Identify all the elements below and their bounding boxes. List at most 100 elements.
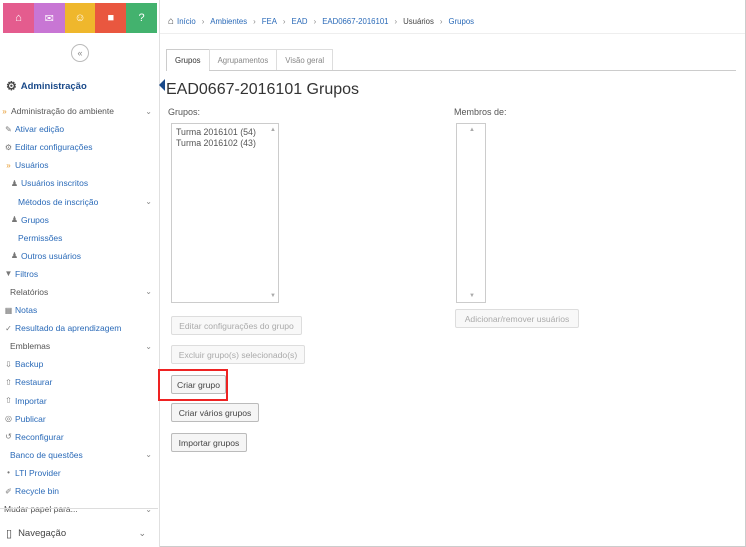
navigation-block[interactable]: ▯ Navegação ⌄	[0, 522, 158, 544]
add-remove-users-button[interactable]: Adicionar/remover usuários	[455, 309, 579, 328]
nav-icon: ⇧	[5, 377, 12, 387]
sidebar-item[interactable]: ✓ Resultado da aprendizagem	[0, 319, 158, 337]
sidebar-item-label: Permissões	[18, 232, 63, 243]
expand-arrow-icon: »	[2, 106, 7, 116]
navigation-label: Navegação	[18, 527, 67, 539]
sidebar-item[interactable]: ♟ Outros usuários	[0, 247, 158, 265]
sidebar-item-label: Ativar edição	[15, 124, 65, 135]
home-icon: ⌂	[15, 12, 22, 24]
sidebar-item[interactable]: Relatórios ⌄	[0, 283, 158, 301]
chevron-down-icon: ⌄	[145, 341, 152, 351]
administration-header[interactable]: ⚙ Administração	[0, 74, 165, 98]
breadcrumb-separator: ›	[439, 17, 443, 26]
breadcrumb-link[interactable]: EAD0667-2016101	[322, 17, 388, 26]
sidebar-item-label: Mudar papel para...	[4, 504, 78, 515]
gears-icon: ⚙	[6, 79, 17, 93]
people-icon: ☺	[74, 12, 86, 24]
sidebar-item[interactable]: ✎ Ativar edição	[0, 120, 158, 138]
create-multiple-groups-button[interactable]: Criar vários grupos	[171, 403, 259, 422]
sidebar-item[interactable]: ⚙ Editar configurações	[0, 138, 158, 156]
breadcrumb-separator: ›	[201, 17, 205, 26]
nav-icon: ✓	[5, 323, 12, 333]
chevron-down-icon: ⌄	[138, 527, 146, 538]
sidebar-item[interactable]: ▦ Notas	[0, 301, 158, 319]
sidebar-item[interactable]: Mudar papel para... ⌄	[0, 500, 158, 518]
sidebar-item-label: Backup	[15, 359, 44, 370]
sidebar-item[interactable]: ♟ Usuários inscritos	[0, 174, 158, 192]
sidebar-item-label: Usuários inscritos	[21, 178, 89, 189]
mail-button[interactable]: ✉	[33, 3, 65, 33]
collapse-row: «	[0, 36, 160, 70]
breadcrumb-separator: ›	[394, 17, 398, 26]
sidebar-item-label: Administração do ambiente	[11, 106, 115, 117]
chevron-down-icon: ⌄	[145, 287, 152, 297]
breadcrumb-link[interactable]: Ambientes	[210, 17, 247, 26]
sidebar-item[interactable]: Permissões	[0, 229, 158, 247]
scroll-down-icon[interactable]: ▼	[270, 293, 276, 299]
nav-icon: ↺	[5, 432, 12, 442]
sidebar-item[interactable]: Banco de questões ⌄	[0, 446, 158, 464]
admin-nav-list: » Administração do ambiente ⌄ ✎ Ativar ediçã…	[0, 102, 158, 518]
sidebar-topbar: ⌂ ✉ ☺ ■?	[3, 3, 157, 33]
groups-listbox[interactable]: Turma 2016101 (54) Turma 2016102 (43) ▲ …	[171, 123, 279, 303]
sidebar-item[interactable]: Emblemas ⌄	[0, 337, 158, 355]
nav-icon: •	[7, 468, 10, 478]
sidebar-item[interactable]: ◎ Publicar	[0, 410, 158, 428]
delete-selected-groups-button[interactable]: Excluir grupo(s) selecionado(s)	[171, 345, 305, 364]
sidebar-item[interactable]: ⇧ Importar	[0, 392, 158, 410]
tab-grupos[interactable]: Grupos	[166, 49, 210, 71]
sidebar-item[interactable]: ⇩ Backup	[0, 355, 158, 373]
members-label: Membros de:	[454, 107, 507, 117]
nav-icon: ⇩	[5, 359, 12, 369]
breadcrumb-separator: ›	[282, 17, 286, 26]
sidebar: ⌂ ✉ ☺ ■? « ⚙ Administração » Administração d…	[0, 0, 165, 547]
breadcrumb-link[interactable]: Início	[177, 17, 196, 26]
sidebar-item[interactable]: Métodos de inscrição ⌄	[0, 192, 158, 210]
sidebar-item[interactable]: ▼ Filtros	[0, 265, 158, 283]
group-option[interactable]: Turma 2016101 (54)	[172, 127, 278, 138]
sidebar-item[interactable]: ♟ Grupos	[0, 211, 158, 229]
help-button[interactable]: ?	[126, 3, 157, 33]
nav-icon: ⇧	[5, 396, 12, 406]
tab-visao-geral[interactable]: Visão geral	[276, 49, 334, 70]
breadcrumb-link[interactable]: Grupos	[449, 17, 475, 26]
sidebar-item-label: Banco de questões	[10, 449, 83, 460]
tab-agrupamentos[interactable]: Agrupamentos	[208, 49, 278, 70]
home-button[interactable]: ⌂	[3, 3, 34, 33]
breadcrumb-link[interactable]: Usuários	[403, 17, 434, 26]
sidebar-item[interactable]: ⇧ Restaurar	[0, 373, 158, 391]
sidebar-item-label: Notas	[15, 305, 38, 316]
nav-icon: ✐	[5, 486, 12, 496]
edit-group-settings-button[interactable]: Editar configurações do grupo	[171, 316, 302, 335]
sidebar-item-label: Recycle bin	[15, 486, 59, 497]
members-listbox[interactable]: ▲ ▼	[456, 123, 486, 303]
breadcrumb-link[interactable]: EAD	[292, 17, 308, 26]
sidebar-item[interactable]: » Usuários	[0, 156, 158, 174]
scroll-up-icon[interactable]: ▲	[270, 127, 276, 133]
sidebar-item[interactable]: ↺ Reconfigurar	[0, 428, 158, 446]
highlight-box	[158, 369, 228, 401]
group-tabs: Grupos Agrupamentos Visão geral	[166, 49, 736, 71]
book-button[interactable]: ■	[95, 3, 127, 33]
sidebar-item[interactable]: • LTI Provider	[0, 464, 158, 482]
scroll-down-icon[interactable]: ▼	[469, 293, 475, 299]
sidebar-item-label: Filtros	[15, 268, 39, 279]
sidebar-item[interactable]: ✐ Recycle bin	[0, 482, 158, 500]
nav-icon: ♟	[10, 178, 19, 188]
people-button[interactable]: ☺	[64, 3, 96, 33]
sidebar-item-label: Restaurar	[15, 377, 53, 388]
home-icon[interactable]: ⌂	[168, 16, 174, 27]
nav-icon: ◎	[5, 414, 12, 424]
import-groups-button[interactable]: Importar grupos	[171, 433, 247, 452]
sidebar-item-label: Publicar	[15, 413, 46, 424]
sidebar-item[interactable]: » Administração do ambiente ⌄	[0, 102, 158, 120]
breadcrumb-link[interactable]: FEA	[262, 17, 277, 26]
group-option[interactable]: Turma 2016102 (43)	[172, 138, 278, 149]
book-icon: ■	[107, 12, 115, 24]
scroll-up-icon[interactable]: ▲	[469, 127, 475, 133]
breadcrumb-separator: ›	[253, 17, 256, 26]
nav-icon: ✎	[5, 124, 12, 134]
nav-icon: »	[6, 160, 11, 170]
collapse-sidebar-button[interactable]: «	[71, 44, 89, 62]
active-panel-indicator	[159, 79, 165, 91]
